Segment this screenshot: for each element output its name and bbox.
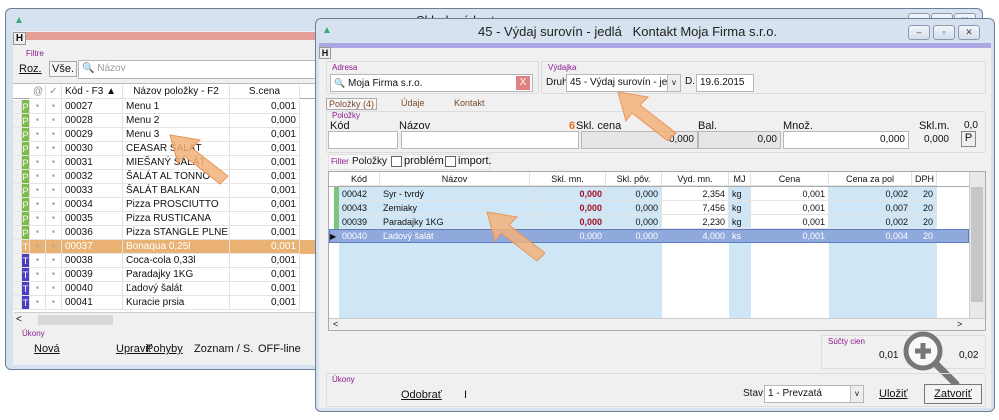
arrow-icon bbox=[617, 91, 677, 142]
arrow-icon bbox=[169, 134, 229, 185]
arrow-icon bbox=[486, 211, 546, 262]
annotation-arrows bbox=[169, 91, 677, 262]
